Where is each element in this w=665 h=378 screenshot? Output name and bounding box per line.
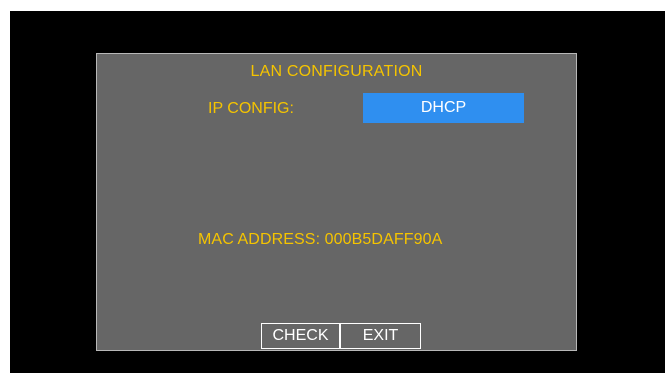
exit-button[interactable]: EXIT: [340, 323, 421, 349]
ip-config-label: IP CONFIG:: [208, 100, 294, 117]
screen-bottom-edge: [10, 373, 665, 378]
ip-config-select[interactable]: DHCP: [363, 93, 524, 123]
check-button[interactable]: CHECK: [261, 323, 340, 349]
lan-configuration-dialog: LAN CONFIGURATION IP CONFIG: DHCP MAC AD…: [96, 53, 577, 351]
device-frame: LAN CONFIGURATION IP CONFIG: DHCP MAC AD…: [0, 0, 665, 378]
dialog-title: LAN CONFIGURATION: [250, 63, 423, 80]
mac-address-text: MAC ADDRESS: 000B5DAFF90A: [198, 231, 443, 248]
